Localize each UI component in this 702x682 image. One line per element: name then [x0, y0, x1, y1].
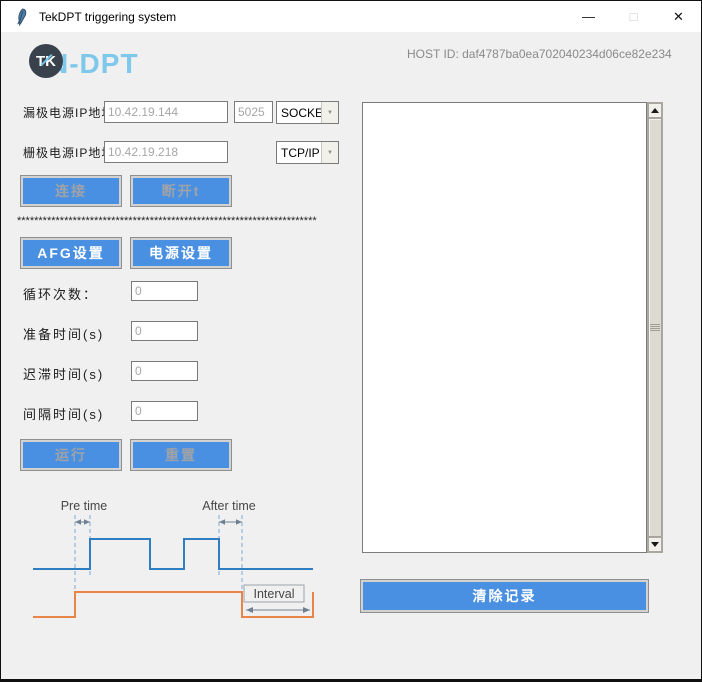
app-window: TekDPT triggering system — □ ✕ N-DPT TK …	[0, 0, 702, 682]
drain-ip-input[interactable]	[104, 101, 228, 123]
minimize-button[interactable]: —	[566, 1, 611, 32]
client-area: N-DPT TK HOST ID: daf4787ba0ea702040234d…	[1, 32, 701, 679]
scrollbar-up-arrow-icon[interactable]	[648, 103, 662, 118]
interval-label: Interval	[254, 587, 295, 601]
interval-time-label: 间隔时间(s)	[23, 404, 104, 423]
disconnect-button[interactable]: 断开t	[131, 176, 231, 206]
afg-settings-button[interactable]: AFG设置	[21, 238, 121, 268]
drain-protocol-value: SOCKET	[277, 102, 321, 123]
after-time-label: After time	[202, 499, 256, 513]
scrollbar-down-arrow-icon[interactable]	[648, 537, 662, 552]
separator-stars: ****************************************…	[17, 215, 332, 227]
log-scrollbar[interactable]	[647, 102, 663, 553]
maximize-button[interactable]: □	[611, 1, 656, 32]
chevron-down-icon[interactable]: ▼	[321, 102, 338, 123]
drain-port-input[interactable]	[234, 101, 273, 123]
feather-icon	[13, 8, 29, 26]
gate-ip-input[interactable]	[104, 141, 228, 163]
close-button[interactable]: ✕	[656, 1, 701, 32]
prepare-time-label: 准备时间(s)	[23, 324, 104, 343]
log-output[interactable]	[362, 102, 647, 553]
run-button[interactable]: 运行	[21, 440, 121, 470]
clear-log-button[interactable]: 清除记录	[361, 580, 648, 612]
scrollbar-track[interactable]	[648, 118, 662, 537]
loop-count-label: 循环次数：	[23, 284, 98, 303]
gate-protocol-value: TCP/IP	[277, 142, 321, 163]
power-settings-button[interactable]: 电源设置	[131, 238, 231, 268]
drain-protocol-combobox[interactable]: SOCKET ▼	[276, 101, 339, 124]
host-id-label: HOST ID: daf4787ba0ea702040234d06ce82e23…	[407, 47, 672, 61]
prepare-time-input[interactable]	[131, 321, 198, 341]
scrollbar-thumb[interactable]	[648, 118, 662, 537]
scrollbar-grip-icon	[650, 324, 660, 331]
window-title: TekDPT triggering system	[39, 10, 176, 24]
gate-protocol-combobox[interactable]: TCP/IP ▼	[276, 141, 339, 164]
lag-time-label: 迟滞时间(s)	[23, 364, 104, 383]
lag-time-input[interactable]	[131, 361, 198, 381]
reset-button[interactable]: 重置	[131, 440, 231, 470]
pre-time-label: Pre time	[61, 499, 108, 513]
timing-diagram: Pre time After time Interval	[17, 492, 337, 632]
chevron-down-icon[interactable]: ▼	[321, 142, 338, 163]
connect-button[interactable]: 连接	[21, 176, 121, 206]
interval-time-input[interactable]	[131, 401, 198, 421]
titlebar[interactable]: TekDPT triggering system — □ ✕	[1, 1, 701, 32]
loop-count-input[interactable]	[131, 281, 198, 301]
